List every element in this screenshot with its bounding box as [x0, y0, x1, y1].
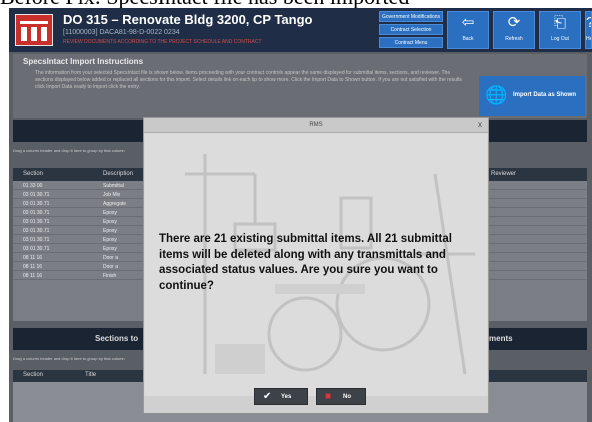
- army-corps-logo-icon: [15, 14, 53, 46]
- rms-app-window: DO 315 – Renovate Bldg 3200, CP Tango [1…: [9, 8, 592, 422]
- column-title[interactable]: Title: [85, 372, 96, 378]
- back-label: Back: [462, 36, 474, 42]
- row-description: Epoxy: [103, 210, 117, 216]
- sections-title: Sections to: [95, 334, 139, 343]
- back-arrow-icon: ⇦: [461, 14, 475, 31]
- column-section[interactable]: Section: [23, 171, 43, 177]
- contract-notice: REVIEW DOCUMENTS ACCORDING TO THE PROJEC…: [63, 39, 262, 45]
- row-description: Finish: [103, 273, 117, 279]
- globe-icon: 🌐: [485, 85, 508, 105]
- figure-caption: Before Fix: SpecsIntact file has been im…: [0, 0, 592, 8]
- import-data-label: Import Data as Shown: [513, 92, 577, 98]
- logout-icon: ⎗: [553, 14, 566, 31]
- refresh-label: Refresh: [505, 36, 523, 42]
- contract-selection-button[interactable]: Contract Selection: [379, 24, 443, 35]
- close-icon[interactable]: x: [478, 120, 482, 129]
- row-section: 03 01 30.71: [23, 201, 50, 207]
- row-description: Submittal: [103, 183, 124, 189]
- header-menu: Government Modifications Contract Select…: [379, 11, 443, 50]
- confirm-message: There are 21 existing submittal items. A…: [159, 233, 452, 292]
- column-description[interactable]: Description: [103, 171, 133, 177]
- contract-title: DO 315 – Renovate Bldg 3200, CP Tango: [63, 12, 313, 27]
- refresh-button[interactable]: ⟳ Refresh: [493, 11, 535, 49]
- confirm-dialog: RMS x There are 21 existing submittal it…: [143, 117, 489, 413]
- back-button[interactable]: ⇦ Back: [447, 11, 489, 49]
- row-section: 08 11 16: [23, 264, 43, 270]
- no-cross-icon: ■: [325, 391, 332, 402]
- logout-label: Log Out: [551, 36, 569, 42]
- row-section: 03 01 30.71: [23, 219, 50, 225]
- row-section: 03 01 30.71: [23, 237, 50, 243]
- row-description: Door a: [103, 264, 119, 270]
- row-section: 03 01 30.71: [23, 210, 50, 216]
- dialog-title-bar: RMS x: [144, 118, 488, 133]
- yes-button[interactable]: ✔ Yes: [254, 388, 308, 405]
- no-label: No: [343, 394, 351, 400]
- row-description: Aggregate: [103, 201, 127, 207]
- refresh-icon: ⟳: [507, 14, 521, 31]
- contract-menu-button[interactable]: Contract Menu: [379, 37, 443, 48]
- column-section[interactable]: Section: [23, 372, 43, 378]
- instructions-title: SpecsIntact Import Instructions: [23, 57, 144, 66]
- sections-drag-hint: Drag a column header and drop it here to…: [13, 356, 125, 361]
- sections-bar: Sections to: [13, 328, 163, 350]
- row-section: 03 01 30.71: [23, 192, 50, 198]
- government-modifications-button[interactable]: Government Modifications: [379, 11, 443, 22]
- row-section: 03 01 30.71: [23, 228, 50, 234]
- row-section: 01 33 00: [23, 183, 43, 189]
- dialog-title: RMS: [309, 122, 323, 128]
- attachments-bar: ments: [479, 328, 587, 350]
- row-section: 08 11 16: [23, 273, 43, 279]
- app-header: DO 315 – Renovate Bldg 3200, CP Tango [1…: [9, 8, 592, 52]
- dialog-body: There are 21 existing submittal items. A…: [145, 134, 487, 396]
- group-drag-hint: Drag a column header and drop it here to…: [13, 148, 125, 153]
- column-reviewer[interactable]: Reviewer: [491, 171, 516, 177]
- contract-number: [11000003] DACA81-98-D-0022 0234: [63, 29, 180, 36]
- row-description: Epoxy: [103, 237, 117, 243]
- yes-label: Yes: [281, 394, 292, 400]
- row-description: Job Mix: [103, 192, 121, 198]
- help-label: Help: [586, 36, 592, 42]
- checkmark-icon: ✔: [263, 391, 272, 402]
- no-button[interactable]: ■ No: [316, 388, 366, 405]
- instructions-text: The information from your selected Specs…: [35, 70, 462, 90]
- row-description: Epoxy: [103, 219, 117, 225]
- row-description: Door a: [103, 255, 119, 261]
- row-description: Epoxy: [103, 246, 117, 252]
- row-section: 08 11 16: [23, 255, 43, 261]
- row-section: 03 01 30.71: [23, 246, 50, 252]
- help-icon: ?: [586, 12, 591, 36]
- import-instructions-panel: SpecsIntact Import Instructions The info…: [13, 54, 587, 118]
- import-data-button[interactable]: 🌐 Import Data as Shown: [479, 76, 585, 116]
- logout-button[interactable]: ⎗ Log Out: [539, 11, 581, 49]
- row-description: Epoxy: [103, 228, 117, 234]
- help-button[interactable]: ? Help: [585, 11, 592, 49]
- attachments-title: ments: [489, 334, 513, 343]
